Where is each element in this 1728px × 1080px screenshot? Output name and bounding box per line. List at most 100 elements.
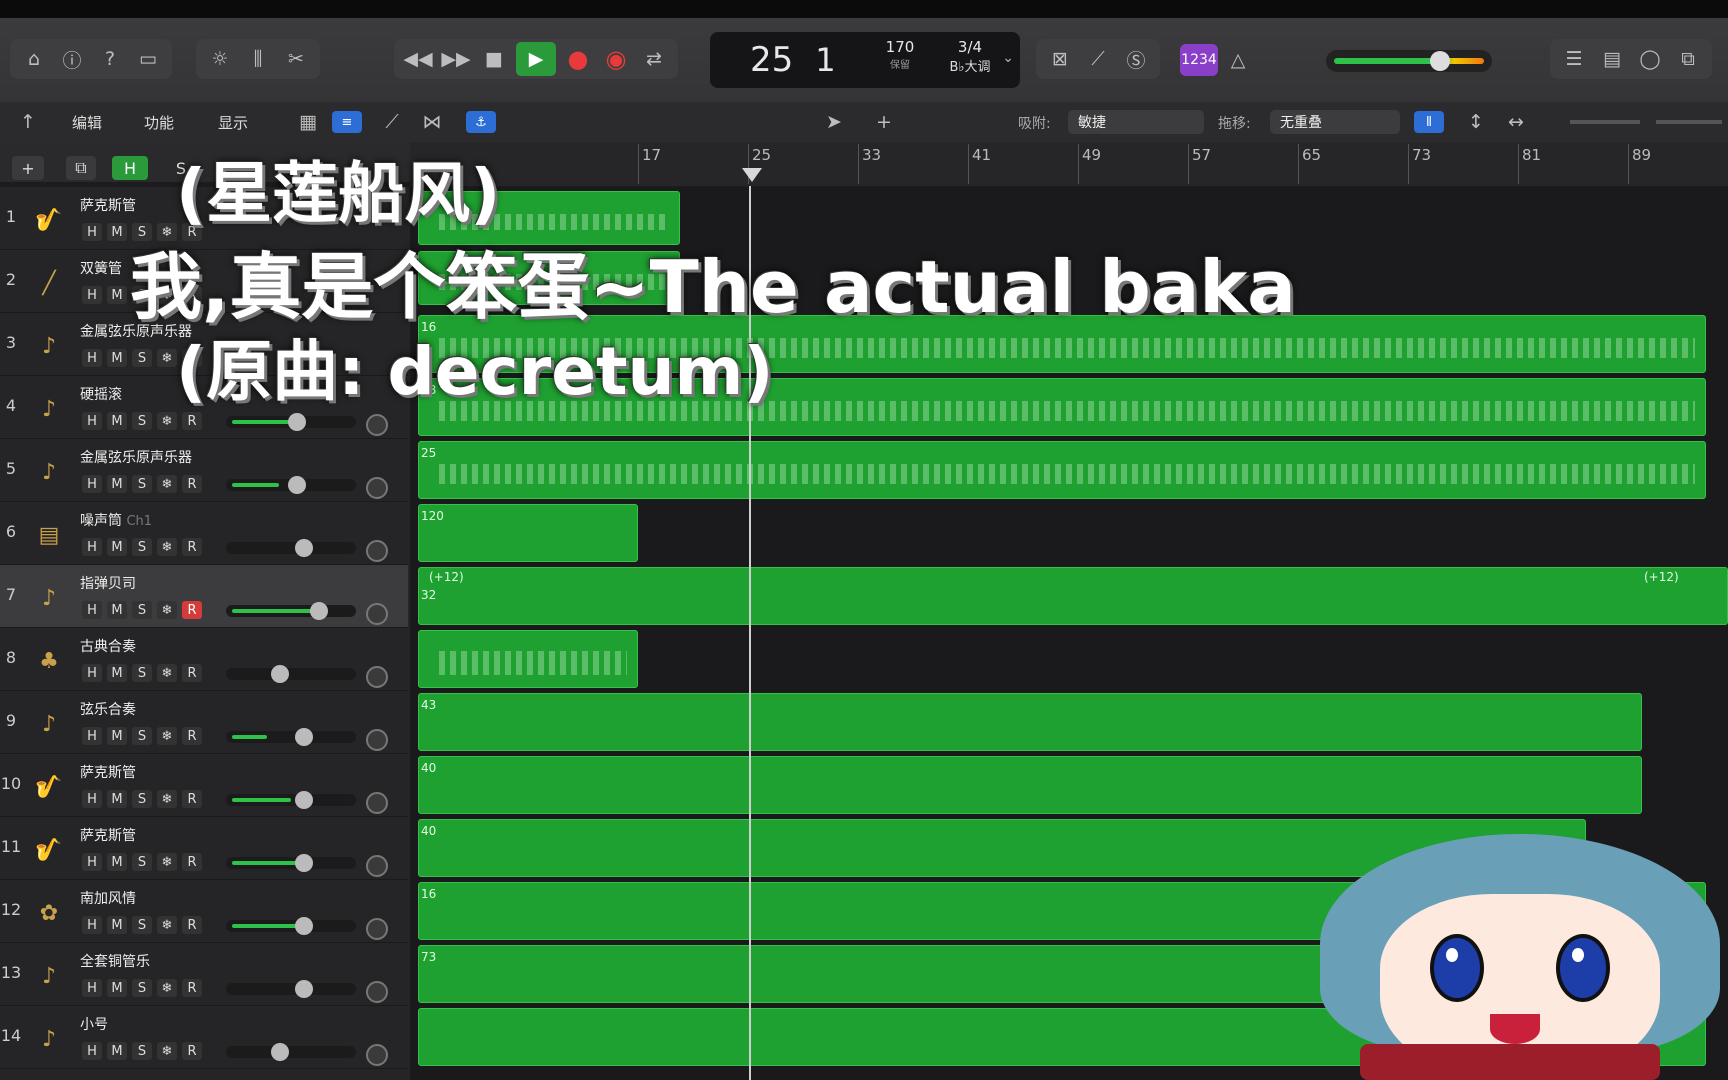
track-row[interactable]: 10 🎷 萨克斯管 H M S ❄ R: [0, 754, 408, 817]
hide-button[interactable]: H: [82, 601, 102, 619]
cycle-icon[interactable]: ⇄: [638, 43, 670, 75]
solo-button[interactable]: S: [132, 349, 152, 367]
hide-button[interactable]: H: [82, 223, 102, 241]
pan-knob[interactable]: [366, 918, 388, 940]
volume-knob[interactable]: [295, 854, 313, 872]
info-icon[interactable]: ⓘ: [56, 43, 88, 75]
record-enable-button[interactable]: R: [182, 475, 202, 493]
mute-button[interactable]: M: [107, 223, 127, 241]
volume-slider[interactable]: [226, 602, 356, 620]
tuner-icon[interactable]: ⟋: [1082, 43, 1114, 75]
track-row[interactable]: 7 ♪ 指弹贝司 H M S ❄ R: [0, 565, 408, 628]
mute-button[interactable]: M: [107, 853, 127, 871]
volume-knob[interactable]: [310, 602, 328, 620]
notepad-icon[interactable]: ▤: [1596, 43, 1628, 75]
track-row[interactable]: 11 🎷 萨克斯管 H M S ❄ R: [0, 817, 408, 880]
volume-knob[interactable]: [295, 539, 313, 557]
volume-slider[interactable]: [226, 854, 356, 872]
hide-button[interactable]: H: [82, 853, 102, 871]
record-button[interactable]: ●: [562, 43, 594, 75]
capture-record-icon[interactable]: ◉: [600, 43, 632, 75]
pointer-tool-icon[interactable]: ➤: [818, 106, 850, 138]
edit-menu[interactable]: 编辑: [72, 112, 102, 133]
track-row[interactable]: 8 ♣ 古典合奏 H M S ❄ R: [0, 628, 408, 691]
pencil-tool-icon[interactable]: +: [868, 106, 900, 138]
volume-knob[interactable]: [271, 1043, 289, 1061]
horizontal-zoom-icon[interactable]: ↔: [1500, 106, 1532, 138]
freeze-button[interactable]: ❄: [157, 412, 177, 430]
volume-slider[interactable]: [226, 413, 356, 431]
volume-slider[interactable]: [226, 1043, 356, 1061]
mute-button[interactable]: M: [107, 412, 127, 430]
mute-button[interactable]: M: [107, 1042, 127, 1060]
mute-button[interactable]: M: [107, 349, 127, 367]
mute-button[interactable]: M: [107, 601, 127, 619]
hide-button[interactable]: H: [82, 1042, 102, 1060]
volume-slider[interactable]: [226, 791, 356, 809]
timeline-ruler[interactable]: 17 25 33 41 49 57 65 73 81 89: [410, 142, 1728, 186]
region-track-10[interactable]: 40: [418, 756, 1642, 814]
play-button[interactable]: ▶: [516, 42, 556, 76]
solo-button[interactable]: S: [132, 727, 152, 745]
track-row[interactable]: 9 ♪ 弦乐合奏 H M S ❄ R: [0, 691, 408, 754]
track-name[interactable]: 南加风情: [80, 888, 136, 908]
mute-button[interactable]: M: [107, 979, 127, 997]
freeze-button[interactable]: ❄: [157, 664, 177, 682]
track-name[interactable]: 双簧管: [80, 258, 122, 278]
volume-knob[interactable]: [288, 476, 306, 494]
add-track-button[interactable]: +: [12, 156, 44, 180]
record-enable-button[interactable]: R: [182, 601, 202, 619]
master-volume-knob[interactable]: [1430, 51, 1450, 71]
smart-controls-icon[interactable]: ☼: [204, 43, 236, 75]
flex-icon[interactable]: ⋈: [416, 106, 448, 138]
solo-button[interactable]: S: [132, 979, 152, 997]
hide-button[interactable]: H: [82, 538, 102, 556]
lcd-tempo[interactable]: 170 保留: [870, 38, 930, 71]
record-enable-button[interactable]: R: [182, 664, 202, 682]
horizontal-zoom-slider[interactable]: [1656, 120, 1722, 124]
solo-icon[interactable]: Ⓢ: [1120, 43, 1152, 75]
volume-slider[interactable]: [226, 980, 356, 998]
grid-view-icon[interactable]: ▦: [292, 106, 324, 138]
lcd-chevron-icon[interactable]: ⌄: [1002, 50, 1014, 66]
pan-knob[interactable]: [366, 855, 388, 877]
freeze-button[interactable]: ❄: [157, 916, 177, 934]
solo-button[interactable]: S: [132, 790, 152, 808]
solo-button[interactable]: S: [132, 1042, 152, 1060]
loop-browser-icon[interactable]: ◯: [1634, 43, 1666, 75]
count-in-button[interactable]: 1234: [1180, 44, 1218, 76]
master-volume-slider[interactable]: [1326, 50, 1492, 72]
hide-button[interactable]: H: [82, 979, 102, 997]
track-name[interactable]: 弦乐合奏: [80, 699, 136, 719]
freeze-button[interactable]: ❄: [157, 790, 177, 808]
freeze-button[interactable]: ❄: [157, 853, 177, 871]
pan-knob[interactable]: [366, 1044, 388, 1066]
track-name[interactable]: 指弹贝司: [80, 573, 136, 593]
freeze-button[interactable]: ❄: [157, 1042, 177, 1060]
hide-button[interactable]: H: [82, 790, 102, 808]
record-enable-button[interactable]: R: [182, 412, 202, 430]
record-enable-button[interactable]: R: [182, 916, 202, 934]
functions-menu[interactable]: 功能: [144, 112, 174, 133]
catch-button[interactable]: ⚓: [466, 111, 496, 133]
record-enable-button[interactable]: R: [182, 853, 202, 871]
volume-knob[interactable]: [295, 917, 313, 935]
freeze-button[interactable]: ❄: [157, 979, 177, 997]
track-name[interactable]: 萨克斯管: [80, 825, 136, 845]
browser-icon[interactable]: ⧉: [1672, 43, 1704, 75]
track-row[interactable]: 6 ▤ 噪声筒 Ch1 H M S ❄ R: [0, 502, 408, 565]
waveform-zoom-button[interactable]: ⦀: [1414, 111, 1444, 133]
snap-select[interactable]: 敏捷: [1068, 110, 1204, 134]
volume-knob[interactable]: [295, 728, 313, 746]
record-enable-button[interactable]: R: [182, 727, 202, 745]
record-enable-button[interactable]: R: [182, 1042, 202, 1060]
pan-knob[interactable]: [366, 666, 388, 688]
volume-knob[interactable]: [295, 791, 313, 809]
volume-knob[interactable]: [295, 980, 313, 998]
replace-icon[interactable]: ⊠: [1044, 43, 1076, 75]
playhead-handle[interactable]: [742, 168, 762, 182]
hide-button[interactable]: H: [82, 664, 102, 682]
track-row[interactable]: 5 ♪ 金属弦乐原声乐器 H M S ❄ R: [0, 439, 408, 502]
track-name[interactable]: 硬摇滚: [80, 384, 122, 404]
track-name[interactable]: 萨克斯管: [80, 195, 136, 215]
